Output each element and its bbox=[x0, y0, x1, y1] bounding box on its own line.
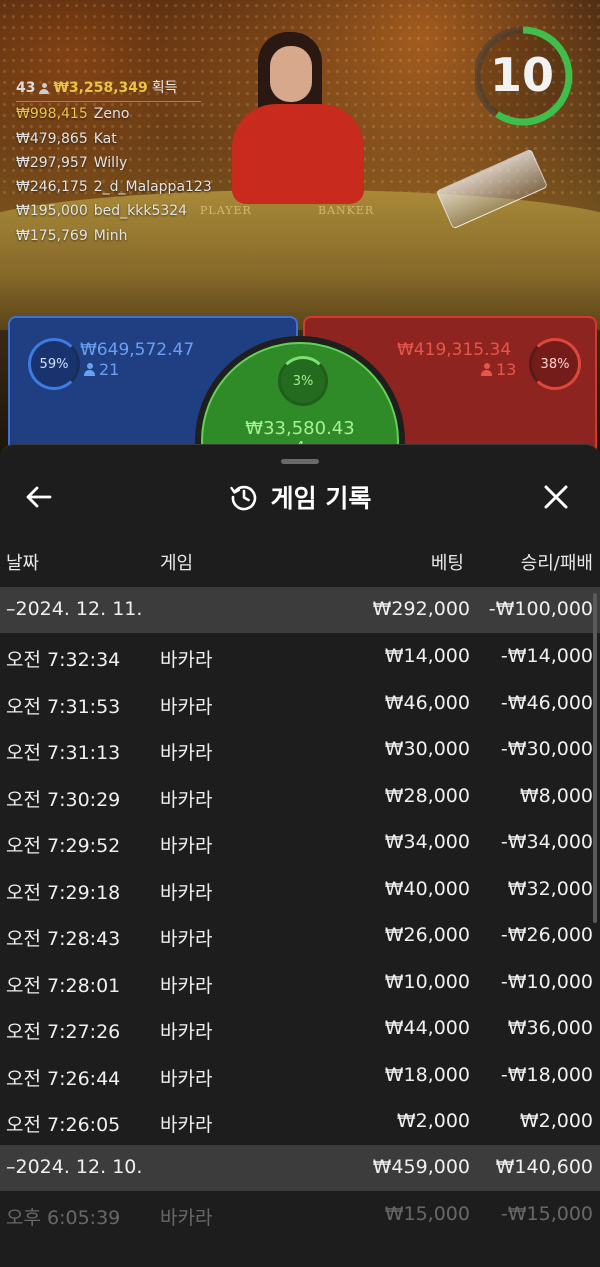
history-row[interactable]: 오전 7:29:52 바카라 ₩34,000 -₩34,000 bbox=[0, 819, 600, 866]
leaderboard-entry: ₩998,415 Zeno bbox=[16, 106, 130, 123]
leaderboard-entry: ₩175,769 Minh bbox=[16, 227, 128, 244]
history-row[interactable]: 오전 7:28:01 바카라 ₩10,000 -₩10,000 bbox=[0, 959, 600, 1006]
players-online-count: 43 bbox=[16, 80, 36, 96]
close-button[interactable] bbox=[534, 479, 578, 515]
history-column-headers: 날짜 게임 베팅 승리/패배 bbox=[0, 549, 600, 579]
column-header-bet: 베팅 bbox=[430, 553, 464, 574]
date-group-row[interactable]: –2024. 12. 10. ₩459,000 ₩140,600 bbox=[0, 1144, 600, 1191]
column-header-game: 게임 bbox=[160, 553, 194, 574]
person-icon bbox=[84, 363, 95, 376]
player-percent-ring: 59% bbox=[28, 338, 80, 390]
total-won: ₩3,258,349 bbox=[53, 80, 148, 96]
history-list[interactable]: –2024. 12. 11. ₩292,000 -₩100,000 오전 7:3… bbox=[0, 587, 600, 1237]
person-icon bbox=[39, 82, 50, 94]
drag-handle[interactable] bbox=[281, 459, 319, 464]
history-clock-icon bbox=[229, 485, 256, 511]
live-stream-view: PLAYER BANKER 43 ₩3,258,349 획득 ₩998,415 Z… bbox=[0, 0, 600, 470]
winners-leaderboard: 43 ₩3,258,349 획득 ₩998,415 Zeno ₩479,865 Ka… bbox=[16, 76, 212, 248]
leaderboard-entry: ₩479,865 Kat bbox=[16, 130, 117, 147]
dealer bbox=[232, 104, 364, 204]
history-row[interactable]: 오후 6:05:39 바카라 ₩15,000 -₩15,000 bbox=[0, 1191, 600, 1238]
leaderboard-entry: ₩297,957 Willy bbox=[16, 154, 128, 171]
tie-bet-total: ₩33,580.43 bbox=[245, 418, 355, 439]
countdown-timer: 10 bbox=[473, 22, 579, 132]
banker-percent-ring: 38% bbox=[529, 338, 581, 390]
column-header-date: 날짜 bbox=[6, 553, 40, 574]
banker-bettors: 13 bbox=[481, 360, 516, 379]
history-row[interactable]: 오전 7:29:18 바카라 ₩40,000 ₩32,000 bbox=[0, 866, 600, 913]
person-icon bbox=[481, 363, 492, 376]
sheet-header: 게임 기록 bbox=[0, 479, 600, 515]
leaderboard-header: 43 ₩3,258,349 획득 bbox=[16, 76, 201, 103]
player-bet-total: ₩649,572.47 bbox=[80, 340, 195, 360]
close-icon bbox=[544, 485, 568, 509]
history-row[interactable]: 오전 7:28:43 바카라 ₩26,000 -₩26,000 bbox=[0, 912, 600, 959]
history-row[interactable]: 오전 7:27:26 바카라 ₩44,000 ₩36,000 bbox=[0, 1005, 600, 1052]
total-won-suffix: 획득 bbox=[151, 80, 178, 96]
game-history-sheet: 게임 기록 날짜 게임 베팅 승리/패배 –2024. 12. 11. ₩292… bbox=[0, 444, 600, 1267]
timer-seconds: 10 bbox=[489, 48, 554, 102]
history-row[interactable]: 오전 7:26:05 바카라 ₩2,000 ₩2,000 bbox=[0, 1098, 600, 1145]
sheet-title: 게임 기록 bbox=[270, 484, 372, 513]
history-row[interactable]: 오전 7:32:34 바카라 ₩14,000 -₩14,000 bbox=[0, 633, 600, 680]
column-header-result: 승리/패배 bbox=[520, 553, 593, 574]
history-scrollbar[interactable] bbox=[593, 593, 597, 923]
history-row[interactable]: 오전 7:31:13 바카라 ₩30,000 -₩30,000 bbox=[0, 726, 600, 773]
felt-label-banker: BANKER bbox=[318, 204, 375, 217]
history-row[interactable]: 오전 7:30:29 바카라 ₩28,000 ₩8,000 bbox=[0, 773, 600, 820]
dealer-face bbox=[270, 46, 312, 102]
history-row[interactable]: 오전 7:26:44 바카라 ₩18,000 -₩18,000 bbox=[0, 1052, 600, 1099]
tie-percent-ring: 3% bbox=[278, 356, 328, 406]
leaderboard-entry: ₩195,000 bed_kkk5324 bbox=[16, 203, 188, 220]
leaderboard-entry: ₩246,175 2_d_Malappa123 bbox=[16, 179, 212, 196]
banker-bet-total: ₩419,315.34 bbox=[397, 340, 512, 360]
player-bettors: 21 bbox=[84, 360, 119, 379]
history-row[interactable]: 오전 7:31:53 바카라 ₩46,000 -₩46,000 bbox=[0, 680, 600, 727]
date-group-row[interactable]: –2024. 12. 11. ₩292,000 -₩100,000 bbox=[0, 587, 600, 633]
